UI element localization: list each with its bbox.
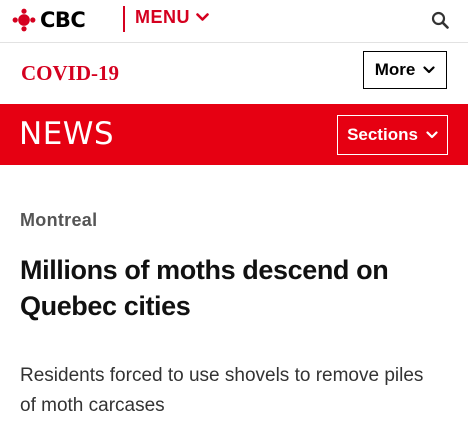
sections-button[interactable]: Sections (337, 115, 448, 155)
article: Montreal Millions of moths descend on Qu… (20, 210, 450, 421)
chevron-down-icon (423, 66, 435, 74)
news-bar: NEWS Sections (0, 104, 468, 165)
cbc-logo[interactable]: CBC (12, 8, 86, 32)
more-button[interactable]: More (363, 51, 447, 89)
news-title[interactable]: NEWS (19, 116, 114, 152)
search-icon (431, 11, 449, 29)
top-bar: CBC MENU (0, 0, 468, 43)
header-divider (123, 6, 125, 32)
menu-label: MENU (135, 7, 190, 27)
menu-button[interactable]: MENU (135, 7, 209, 28)
cbc-gem-icon (12, 8, 36, 32)
logo-text: CBC (40, 8, 86, 32)
covid-link[interactable]: COVID-19 (21, 61, 119, 86)
section-label[interactable]: Montreal (20, 210, 450, 231)
sections-label: Sections (347, 125, 418, 144)
more-label: More (374, 60, 416, 79)
search-button[interactable] (431, 11, 449, 34)
article-headline: Millions of moths descend on Quebec citi… (20, 255, 389, 321)
article-deck: Residents forced to use shovels to remov… (20, 365, 424, 416)
chevron-down-icon (196, 13, 209, 21)
chevron-down-icon (426, 131, 438, 139)
